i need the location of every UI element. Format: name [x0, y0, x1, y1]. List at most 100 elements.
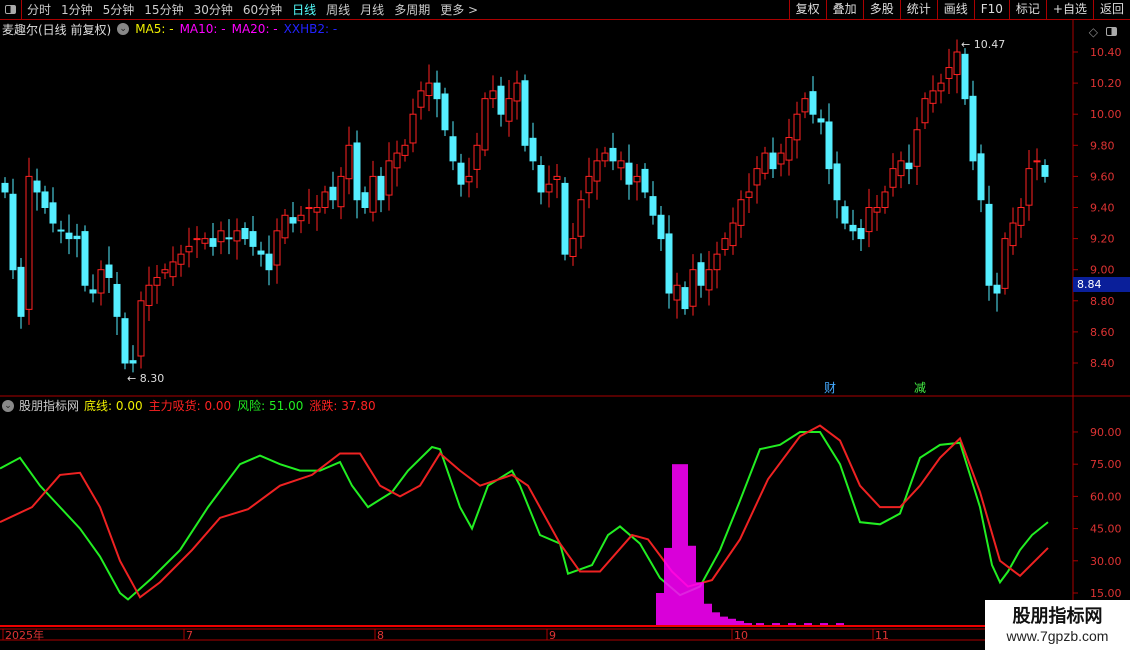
candle-body [1025, 168, 1033, 206]
candle-body [25, 175, 33, 310]
candle-body [777, 152, 785, 165]
candle-body [345, 144, 353, 180]
osc-tick-label: 60.00 [1090, 490, 1122, 503]
candle-body [905, 162, 913, 170]
candle-body [41, 191, 49, 208]
price-tick-label: 8.40 [1090, 357, 1115, 370]
candle-body [857, 227, 865, 240]
candle-body [945, 67, 953, 79]
candle-body [441, 93, 449, 131]
candle-body [617, 160, 625, 169]
candle-body [153, 276, 161, 286]
candle-body [49, 202, 57, 224]
candle-body [265, 253, 273, 271]
indicator-field-0: 底线: 0.00 [84, 399, 143, 413]
candle-body [89, 289, 97, 294]
candle-body [241, 227, 249, 240]
candle-body [433, 82, 441, 100]
candle-body [249, 231, 257, 247]
candle-body [329, 186, 337, 201]
price-tick-label: 9.80 [1090, 139, 1115, 152]
candle-body [105, 264, 113, 278]
candle-body [993, 284, 1001, 294]
price-tick-label: 8.80 [1090, 295, 1115, 308]
candle-body [65, 232, 73, 240]
candle-body [305, 207, 313, 209]
candle-body [425, 82, 433, 97]
candle-body [217, 230, 225, 243]
candle-body [529, 137, 537, 162]
volume-bar [820, 623, 828, 625]
candle-body [497, 85, 505, 115]
series-line-风险 [0, 430, 1049, 601]
candle-body [409, 113, 417, 144]
candle-body [657, 214, 665, 240]
candle-body [1017, 207, 1025, 226]
candle-body [745, 191, 753, 198]
candle-body [985, 203, 993, 286]
candle-body [113, 283, 121, 317]
price-tick-label: 9.20 [1090, 233, 1115, 246]
candle-body [393, 152, 401, 169]
price-tick-label: 10.00 [1090, 108, 1122, 121]
date-label: 7 [186, 629, 193, 642]
candle-body [537, 165, 545, 193]
date-label: 8 [377, 629, 384, 642]
osc-tick-label: 75.00 [1090, 458, 1122, 471]
candle-body [177, 253, 185, 265]
candle-body [649, 196, 657, 216]
candle-body [969, 95, 977, 162]
indicator-fields: 底线: 0.00 主力吸货: 0.00 风险: 51.00 涨跌: 37.80 [84, 397, 376, 414]
candle-body [97, 269, 105, 294]
volume-bar [696, 582, 704, 625]
candle-body [289, 217, 297, 224]
volume-bar [720, 616, 728, 625]
volume-bar [728, 618, 736, 625]
candle-body [817, 118, 825, 123]
candle-body [281, 214, 289, 239]
candle-body [721, 238, 729, 250]
chart-canvas[interactable]: 8.40 8.60 8.80 9.00 9.20 9.40 9.60 9.80 10.00 10.… [0, 0, 1130, 650]
candle-body [881, 191, 889, 208]
candle-body [273, 230, 281, 266]
candle-body [929, 90, 937, 104]
candle-body [961, 53, 969, 100]
candle-body [825, 121, 833, 170]
candle-body [833, 163, 841, 201]
price-tick-label: 10.40 [1090, 46, 1122, 59]
candle-body [377, 175, 385, 201]
candle-body [593, 160, 601, 182]
candle-body [1001, 238, 1009, 289]
candle-body [505, 98, 513, 122]
event-marker[interactable]: 财 [824, 381, 836, 395]
candle-body [457, 162, 465, 185]
candle-body [185, 245, 193, 253]
candle-body [337, 175, 345, 208]
osc-tick-label: 15.00 [1090, 587, 1122, 600]
indicator-name: 股朋指标网 [19, 399, 80, 413]
indicator-field-2: 风险: 51.00 [237, 399, 304, 413]
watermark: 股朋指标网 www.7gpzb.com [985, 600, 1130, 650]
candle-body [225, 237, 233, 240]
indicator-header: ⌄ 股朋指标网 底线: 0.00 主力吸货: 0.00 风险: 51.00 涨跌: 3… [2, 398, 376, 413]
candle-body [713, 253, 721, 271]
candle-body [369, 175, 377, 213]
candle-body [81, 231, 89, 286]
volume-bar [772, 623, 780, 625]
candle-body [633, 175, 641, 183]
event-marker[interactable]: 减 [914, 381, 926, 395]
indicator-field-1: 主力吸货: 0.00 [148, 399, 232, 413]
chevron-down-icon[interactable]: ⌄ [2, 399, 14, 412]
candle-body [145, 284, 153, 306]
candle-body [897, 160, 905, 177]
candle-body [673, 284, 681, 301]
candle-body [129, 360, 137, 364]
candle-body [385, 160, 393, 196]
candle-body [9, 193, 17, 271]
candle-body [889, 168, 897, 188]
candle-body [697, 262, 705, 286]
volume-bar [788, 623, 796, 625]
date-label: 2025年 [5, 628, 44, 642]
date-label: 10 [734, 629, 748, 642]
candle-body [785, 137, 793, 161]
